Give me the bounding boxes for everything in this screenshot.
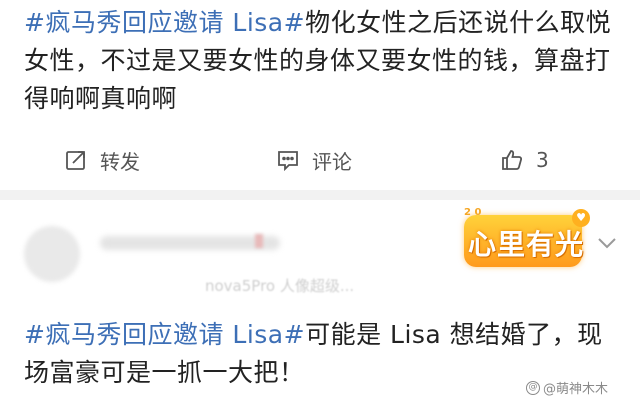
- post-divider: [0, 190, 640, 200]
- badge-label: 心里有光: [468, 228, 585, 261]
- fan-badge: 2 0 心里有光 ♥: [456, 205, 596, 275]
- post-action-bar: 转发 评论 3: [0, 140, 640, 180]
- thumbs-up-icon: [502, 150, 523, 170]
- like-count: 3: [536, 148, 549, 172]
- post-card: #疯马秀回应邀请 Lisa#物化女性之后还说什么取悦女性，不过是又要女性的身体又…: [0, 0, 640, 190]
- heart-icon: ♥: [572, 209, 590, 227]
- comment-icon: [278, 151, 298, 172]
- avatar[interactable]: [24, 226, 80, 282]
- chevron-down-icon[interactable]: [596, 236, 618, 250]
- comment-label: 评论: [312, 149, 352, 174]
- username-blurred[interactable]: [100, 236, 280, 250]
- comment-button[interactable]: 评论: [276, 140, 352, 180]
- device-source-text: nova5Pro 人像超级...: [205, 277, 355, 295]
- watermark-text: @萌神木木: [543, 382, 609, 397]
- repost-label: 转发: [100, 149, 140, 174]
- post-content: #疯马秀回应邀请 Lisa#物化女性之后还说什么取悦女性，不过是又要女性的身体又…: [24, 4, 620, 118]
- like-button[interactable]: 3: [500, 140, 549, 180]
- watermark: @ @萌神木木: [526, 378, 608, 397]
- hashtag-link[interactable]: #疯马秀回应邀请 Lisa#: [24, 320, 305, 349]
- hashtag-link[interactable]: #疯马秀回应邀请 Lisa#: [24, 8, 305, 37]
- watermark-icon: @: [526, 380, 540, 395]
- repost-button[interactable]: 转发: [64, 140, 140, 180]
- badge-decoration: 2 0: [464, 207, 482, 218]
- repost-icon: [66, 151, 85, 170]
- user-badge-blurred: [255, 234, 263, 248]
